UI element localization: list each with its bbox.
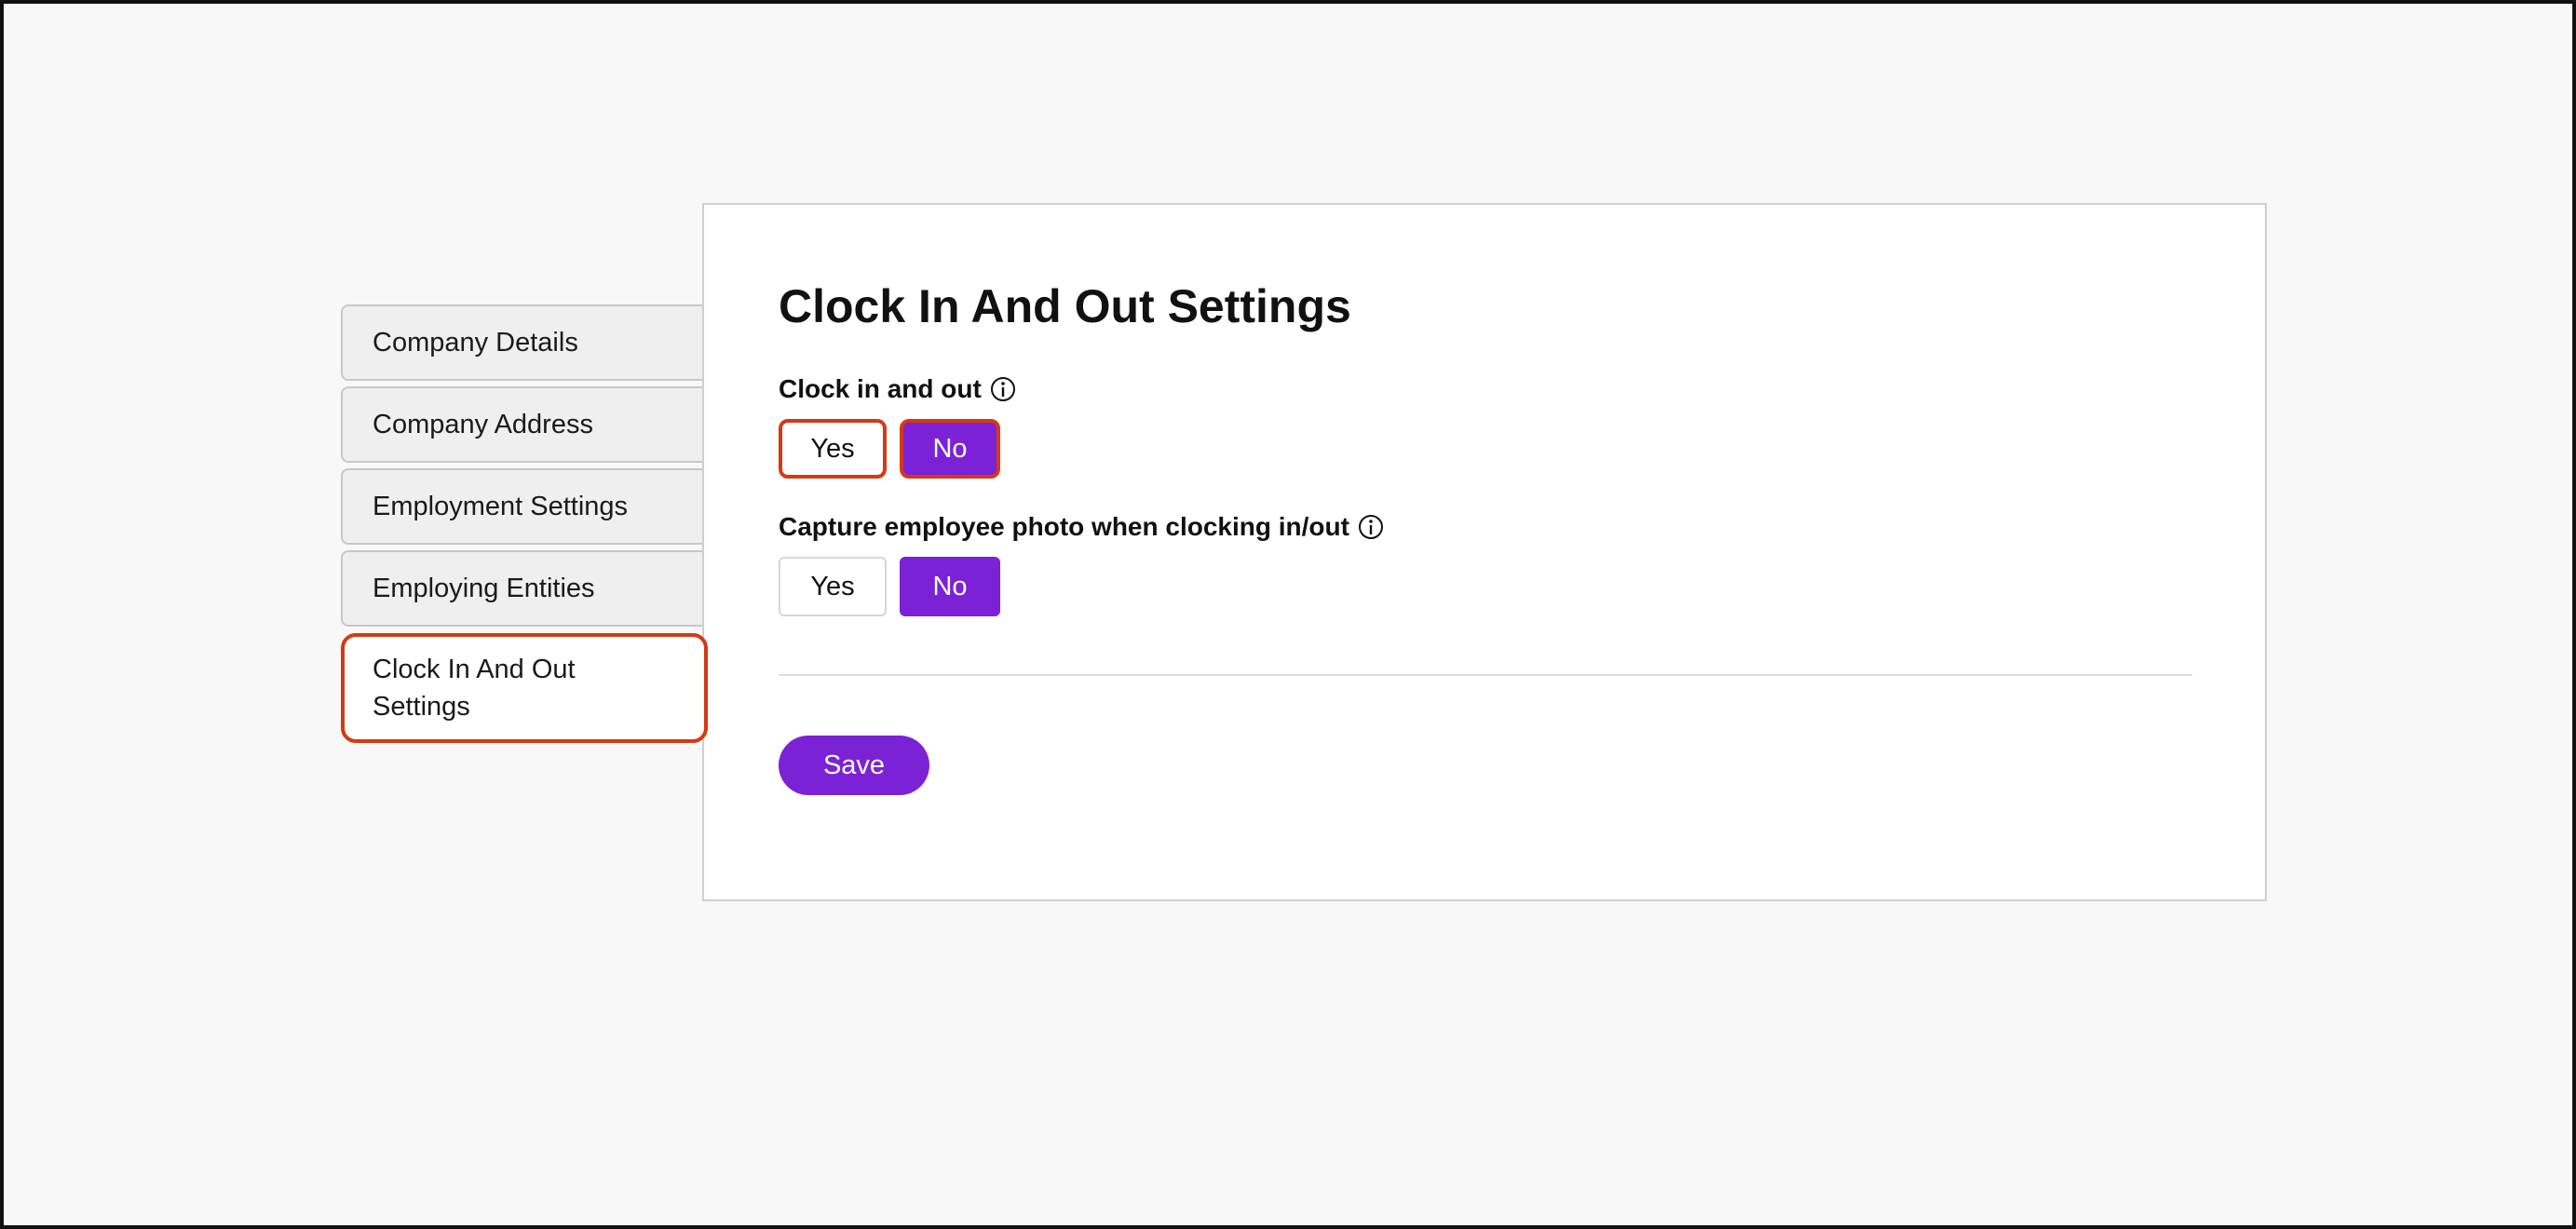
clock-in-out-label: Clock in and out <box>779 374 1017 404</box>
info-icon[interactable] <box>989 375 1017 403</box>
info-icon[interactable] <box>1357 513 1385 541</box>
sidebar-item-company-address[interactable]: Company Address <box>341 386 704 463</box>
field-label-text: Capture employee photo when clocking in/… <box>779 512 1349 541</box>
page-title: Clock In And Out Settings <box>779 280 1351 332</box>
capture-photo-yes-button[interactable]: Yes <box>779 557 887 616</box>
sidebar-item-clock-in-out-settings[interactable]: Clock In And Out Settings <box>341 633 708 743</box>
clock-in-out-no-button[interactable]: No <box>900 419 1000 479</box>
sidebar-item-employment-settings[interactable]: Employment Settings <box>341 468 704 545</box>
sidebar-item-label: Company Address <box>373 409 593 439</box>
sidebar-item-employing-entities[interactable]: Employing Entities <box>341 550 704 627</box>
divider <box>779 674 2192 676</box>
settings-panel: Clock In And Out Settings Clock in and o… <box>702 203 2267 901</box>
sidebar-item-label: Clock In And Out Settings <box>373 655 576 722</box>
save-button[interactable]: Save <box>779 736 929 795</box>
capture-photo-label: Capture employee photo when clocking in/… <box>779 512 1385 542</box>
sidebar-item-label: Employment Settings <box>373 491 629 521</box>
capture-photo-no-button[interactable]: No <box>900 557 1000 616</box>
sidebar-item-label: Company Details <box>373 327 578 358</box>
sidebar-item-company-details[interactable]: Company Details <box>341 304 704 381</box>
field-label-text: Clock in and out <box>779 374 982 403</box>
clock-in-out-yes-button[interactable]: Yes <box>779 419 887 479</box>
sidebar-item-label: Employing Entities <box>373 573 595 603</box>
